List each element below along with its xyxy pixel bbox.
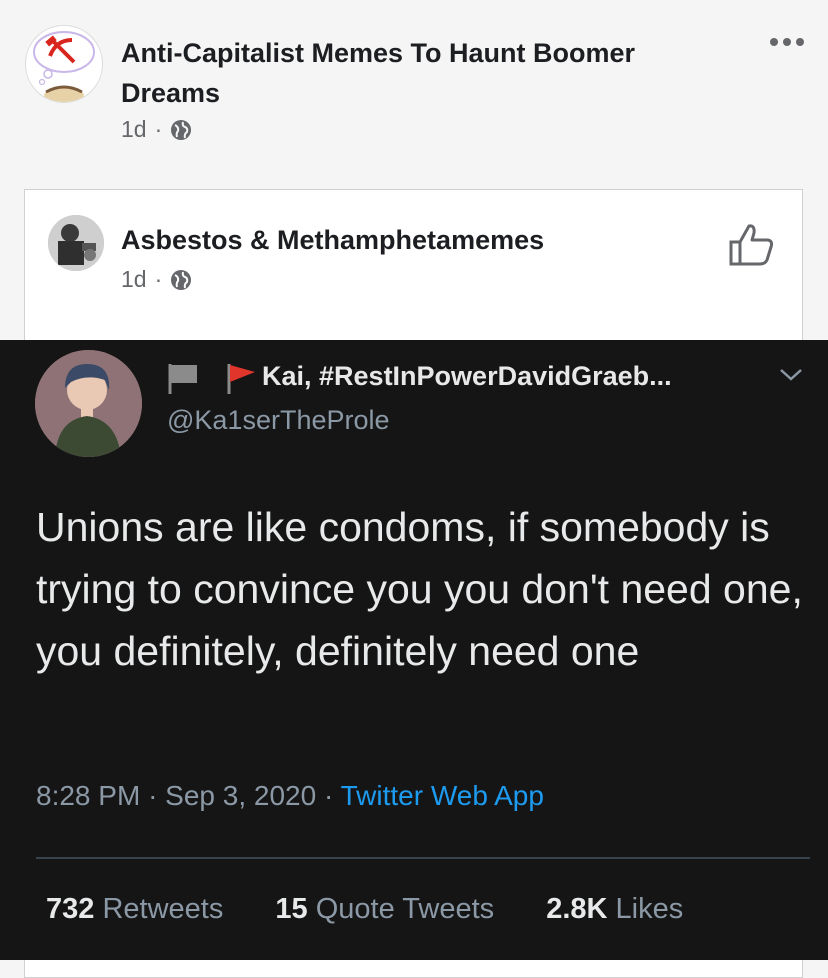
shared-page-name[interactable]: Asbestos & Methamphetamemes bbox=[121, 222, 544, 258]
tweet-stats: 732 Retweets 15 Quote Tweets 2.8K Likes bbox=[46, 893, 727, 926]
globe-icon bbox=[170, 269, 192, 291]
meta-separator: · bbox=[148, 780, 158, 811]
tweet-date[interactable]: Sep 3, 2020 bbox=[165, 780, 316, 811]
quote-tweets-stat[interactable]: 15 Quote Tweets bbox=[275, 893, 494, 925]
quote-tweets-count: 15 bbox=[275, 893, 308, 925]
flag-emojis bbox=[167, 360, 257, 396]
tweet-divider bbox=[36, 857, 810, 859]
shared-meta: 1d · bbox=[121, 266, 192, 293]
tweet-display-name[interactable]: Kai, #RestInPowerDavidGraeb... bbox=[262, 361, 672, 392]
meta-separator: · bbox=[323, 780, 334, 811]
tweet-text: Unions are like condoms, if somebody is … bbox=[36, 504, 803, 674]
retweets-label: Retweets bbox=[102, 893, 224, 925]
more-options-button[interactable] bbox=[768, 34, 808, 54]
tweet-handle[interactable]: @Ka1serTheProle bbox=[167, 405, 390, 436]
shared-time[interactable]: 1d bbox=[121, 266, 147, 293]
likes-label: Likes bbox=[615, 893, 684, 925]
meta-separator: · bbox=[154, 116, 163, 142]
tweet-source[interactable]: Twitter Web App bbox=[341, 780, 544, 811]
page-avatar[interactable] bbox=[48, 215, 104, 271]
quote-tweets-label: Quote Tweets bbox=[315, 893, 495, 925]
globe-icon bbox=[170, 119, 192, 141]
group-name[interactable]: Anti-Capitalist Memes To Haunt Boomer Dr… bbox=[121, 33, 721, 113]
chevron-down-icon[interactable] bbox=[777, 365, 805, 385]
like-page-button[interactable] bbox=[727, 222, 775, 266]
thumbs-up-icon bbox=[727, 224, 775, 270]
retweets-stat[interactable]: 732 Retweets bbox=[46, 893, 223, 925]
group-avatar[interactable] bbox=[25, 25, 103, 103]
likes-count: 2.8K bbox=[546, 893, 608, 925]
tweet-avatar[interactable] bbox=[35, 350, 142, 457]
retweets-count: 732 bbox=[46, 893, 95, 925]
meta-separator: · bbox=[154, 266, 163, 292]
tweet-meta: 8:28 PM · Sep 3, 2020 · Twitter Web App bbox=[36, 780, 544, 812]
post-meta: 1d · bbox=[121, 116, 192, 143]
post-time[interactable]: 1d bbox=[121, 116, 147, 143]
likes-stat[interactable]: 2.8K Likes bbox=[546, 893, 683, 925]
tweet-time[interactable]: 8:28 PM bbox=[36, 780, 140, 811]
